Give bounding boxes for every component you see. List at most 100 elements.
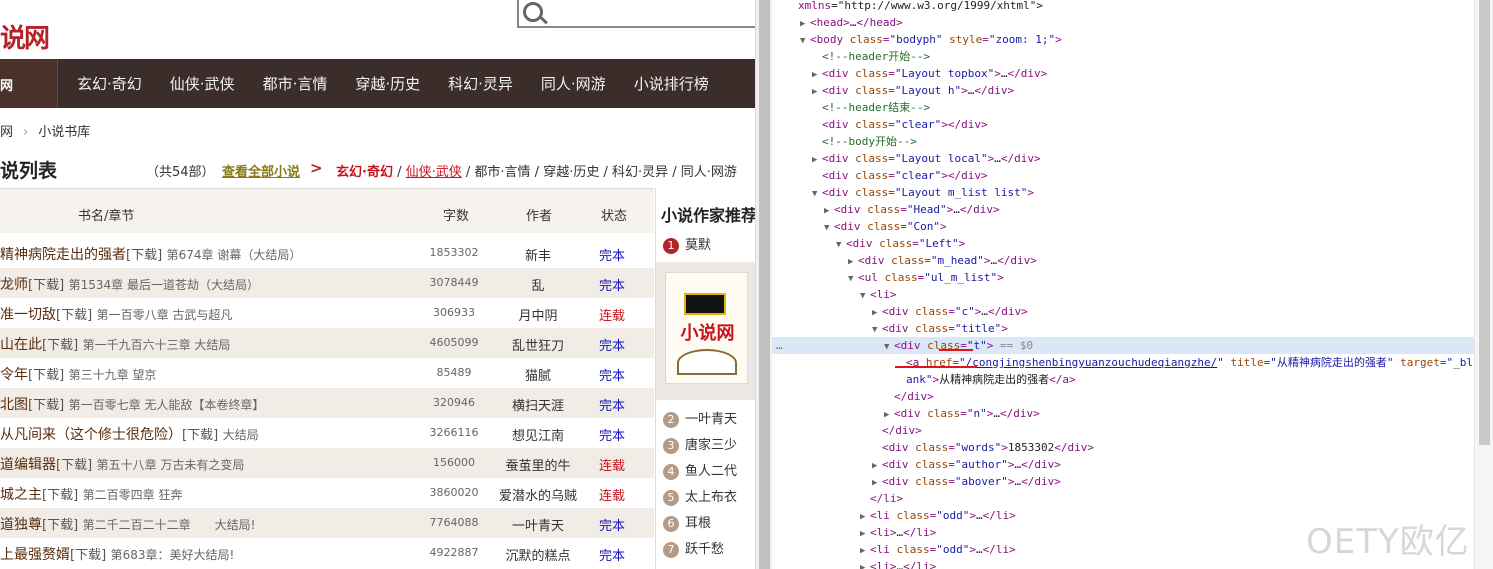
dom-node[interactable]: ▶ <div class="m_head">…</div> <box>772 252 1493 269</box>
dom-node[interactable]: </li> <box>772 490 1493 507</box>
chapter-link[interactable]: 第674章 谢幕（大结局） <box>167 248 302 262</box>
chapter-link[interactable]: 第五十八章 万古未有之变局 <box>97 458 245 472</box>
sidebar-author-item[interactable]: 7 跃千愁 <box>663 538 737 564</box>
author-name[interactable]: 唐家三少 <box>685 438 737 453</box>
book-title-link[interactable]: 道独尊 <box>0 517 42 533</box>
page-scrollbar[interactable] <box>755 0 772 569</box>
chapter-link[interactable]: 第一百零七章 无人能敌【本卷终章】 <box>69 398 265 412</box>
nav-item[interactable]: 同人·网游 <box>541 73 606 94</box>
author-link[interactable]: 蚕茧里的牛 <box>490 455 586 474</box>
chapter-link[interactable]: 第一百零八章 古武与超凡 <box>97 308 233 322</box>
book-title-link[interactable]: 准一切敌 <box>0 307 56 323</box>
chapter-link[interactable]: 第一千九百六十三章 大结局 <box>83 338 231 352</box>
dom-node[interactable]: ▶ <div class="Head">…</div> <box>772 201 1493 218</box>
author-link[interactable]: 想见江南 <box>490 425 586 444</box>
author-name[interactable]: 莫默 <box>685 238 711 253</box>
sidebar-author-item[interactable]: 3 唐家三少 <box>663 434 737 460</box>
category-rest[interactable]: / 都市·言情 / 穿越·历史 / 科幻·灵异 / 同人·网游 <box>466 165 737 180</box>
author-link[interactable]: 月中阴 <box>490 305 586 324</box>
author-link[interactable]: 乱世狂刀 <box>490 335 586 354</box>
dom-node[interactable]: ▼ <ul class="ul_m_list"> <box>772 269 1493 286</box>
view-all-link[interactable]: 查看全部小说 <box>222 161 300 180</box>
dom-node[interactable]: <div class="clear"></div> <box>772 167 1493 184</box>
download-link[interactable]: [下载] <box>42 518 78 533</box>
book-title-link[interactable]: 令年 <box>0 367 28 383</box>
download-link[interactable]: [下载] <box>28 368 64 383</box>
dom-node[interactable]: ank">从精神病院走出的强者</a> <box>772 371 1493 388</box>
download-link[interactable]: [下载] <box>56 308 92 323</box>
chapter-link[interactable]: 大结局 <box>223 428 259 442</box>
book-title-link[interactable]: 从凡间来（这个修士很危险） <box>0 427 182 443</box>
devtools-scrollbar[interactable] <box>1474 0 1493 569</box>
nav-item[interactable]: 仙侠·武侠 <box>170 73 235 94</box>
dom-node[interactable]: ▶ <div class="c">…</div> <box>772 303 1493 320</box>
download-link[interactable]: [下载] <box>42 488 78 503</box>
expand-triangle-icon[interactable]: ▶ <box>860 560 870 569</box>
author-link[interactable]: 一叶青天 <box>490 515 586 534</box>
nav-item[interactable]: 都市·言情 <box>263 73 328 94</box>
dom-node[interactable]: ▶ <div class="Layout h">…</div> <box>772 82 1493 99</box>
dom-node-selected[interactable]: ▼ <div class="t"> == $0… <box>772 337 1493 354</box>
nav-item[interactable]: 穿越·历史 <box>355 73 420 94</box>
dom-node[interactable]: ▶ <div class="n">…</div> <box>772 405 1493 422</box>
dom-node[interactable]: <!--body开始--> <box>772 133 1493 150</box>
download-link[interactable]: [下载] <box>42 338 78 353</box>
dom-node[interactable]: ▶ <head>…</head> <box>772 14 1493 31</box>
book-title-link[interactable]: 城之主 <box>0 487 42 503</box>
author-name[interactable]: 太上布衣 <box>685 490 737 505</box>
dom-node[interactable]: <!--header开始--> <box>772 48 1493 65</box>
download-link[interactable]: [下载] <box>56 458 92 473</box>
author-name[interactable]: 耳根 <box>685 516 711 531</box>
author-promo-image[interactable]: 小说网 <box>656 262 755 400</box>
category-active[interactable]: 玄幻·奇幻 <box>336 165 393 180</box>
chapter-link[interactable]: 第二百零四章 狂奔 <box>83 488 183 502</box>
dom-node[interactable]: xmlns="http://www.w3.org/1999/xhtml"> <box>772 0 1493 14</box>
dom-node[interactable]: </div> <box>772 388 1493 405</box>
book-title-link[interactable]: 道编辑器 <box>0 457 56 473</box>
chapter-link[interactable]: 第二千二百二十二章 大结局! <box>83 518 256 532</box>
author-name[interactable]: 一叶青天 <box>685 412 737 427</box>
book-title-link[interactable]: 北图 <box>0 397 28 413</box>
dom-node[interactable]: <div class="clear"></div> <box>772 116 1493 133</box>
nav-item[interactable]: 玄幻·奇幻 <box>77 73 142 94</box>
dom-node[interactable]: ▶ <div class="author">…</div> <box>772 456 1493 473</box>
author-name[interactable]: 跃千愁 <box>685 542 724 557</box>
sidebar-author-item[interactable]: 2 一叶青天 <box>663 408 737 434</box>
chapter-link[interactable]: 第683章：美好大结局! <box>111 548 235 562</box>
nav-item[interactable]: 科幻·灵异 <box>448 73 513 94</box>
dom-node[interactable]: ▼ <div class="title"> <box>772 320 1493 337</box>
dom-node[interactable]: ▶ <div class="abover">…</div> <box>772 473 1493 490</box>
category-highlighted[interactable]: 仙侠·武侠 <box>406 165 462 180</box>
chapter-link[interactable]: 第1534章 最后一道苍劫（大结局） <box>69 278 259 292</box>
dom-node[interactable]: ▼ <div class="Left"> <box>772 235 1493 252</box>
sidebar-item-first[interactable]: 1 莫默 <box>663 234 711 254</box>
author-link[interactable]: 爱潜水的乌贼 <box>490 485 586 504</box>
author-link[interactable]: 横扫天涯 <box>490 395 586 414</box>
download-link[interactable]: [下载] <box>182 428 218 443</box>
dom-node[interactable]: <a href="/congjingshenbingyuanzouchudeqi… <box>772 354 1493 371</box>
author-link[interactable]: 沉默的糕点 <box>490 545 586 564</box>
scrollbar-thumb[interactable] <box>759 0 770 569</box>
dom-node[interactable]: ▼ <div class="Layout m_list list"> <box>772 184 1493 201</box>
dom-node[interactable]: <div class="words">1853302</div> <box>772 439 1493 456</box>
download-link[interactable]: [下载] <box>70 548 106 563</box>
author-name[interactable]: 鱼人二代 <box>685 464 737 479</box>
dom-node[interactable]: ▼ <div class="Con"> <box>772 218 1493 235</box>
more-options-icon[interactable]: … <box>776 337 783 354</box>
site-logo[interactable]: 说网 <box>0 18 50 55</box>
nav-home[interactable]: 网 <box>0 59 58 108</box>
dom-node[interactable]: ▼ <li> <box>772 286 1493 303</box>
breadcrumb-home[interactable]: 网 <box>0 125 13 140</box>
chapter-link[interactable]: 第三十九章 望京 <box>69 368 157 382</box>
book-title-link[interactable]: 精神病院走出的强者 <box>0 247 126 263</box>
dom-node[interactable]: ▼ <body class="bodyph" style="zoom: 1;"> <box>772 31 1493 48</box>
download-link[interactable]: [下载] <box>28 398 64 413</box>
sidebar-author-item[interactable]: 4 鱼人二代 <box>663 460 737 486</box>
breadcrumb-library[interactable]: 小说书库 <box>38 125 90 140</box>
download-link[interactable]: [下载] <box>126 248 162 263</box>
author-link[interactable]: 猫腻 <box>490 365 586 384</box>
nav-item[interactable]: 小说排行榜 <box>634 73 709 94</box>
dom-node[interactable]: <!--header结束--> <box>772 99 1493 116</box>
dom-node[interactable]: ▶ <div class="Layout local">…</div> <box>772 150 1493 167</box>
sidebar-author-item[interactable]: 5 太上布衣 <box>663 486 737 512</box>
